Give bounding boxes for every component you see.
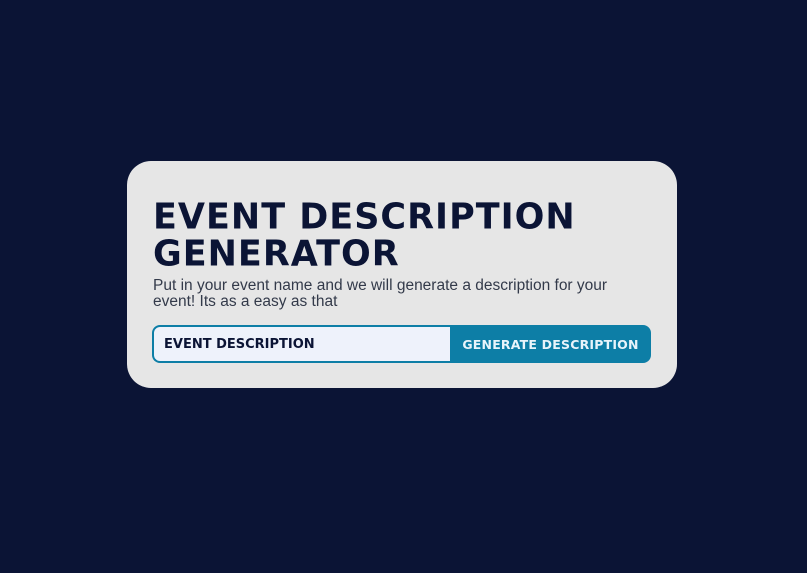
page-title-line-1: Event Description (153, 196, 576, 238)
event-description-input[interactable] (152, 325, 450, 363)
generate-description-button[interactable]: Generate Description (450, 325, 651, 363)
page-subtitle: Put in your event name and we will gener… (153, 277, 608, 310)
page-title-line-2: Generator (153, 233, 400, 275)
generate-form: Generate Description (152, 325, 651, 363)
generator-card: Event Description Generator Put in your … (127, 161, 677, 388)
page-title: Event Description Generator (153, 199, 651, 272)
